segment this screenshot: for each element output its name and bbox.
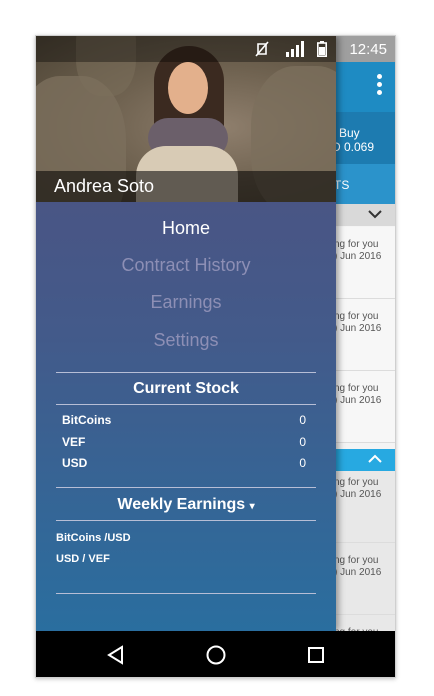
stock-value: 0 [299,413,306,427]
menu-item-earnings[interactable]: Earnings [36,292,336,313]
weekly-earnings-toggle[interactable]: Weekly Earnings ▾ [36,496,336,514]
status-time: 12:45 [349,41,387,58]
profile-name-bar: Andrea Soto [36,171,336,202]
stock-label: BitCoins [62,413,112,427]
divider [56,487,316,488]
buy-value: D 0.069 [332,140,375,154]
divider [56,372,316,373]
chevron-up-icon[interactable] [367,453,383,465]
stock-label: VEF [62,435,86,449]
battery-icon [317,41,327,57]
buy-label: Buy [339,126,360,140]
recent-apps-icon[interactable] [304,643,328,667]
stock-value: 0 [299,456,306,470]
navigation-drawer: Andrea Soto Home Contract History Earnin… [36,36,336,631]
menu-item-home[interactable]: Home [36,218,336,239]
menu-item-contract-history[interactable]: Contract History [36,255,336,276]
caret-down-icon: ▾ [249,501,255,512]
stock-label: USD [62,456,88,470]
user-name: Andrea Soto [54,176,155,196]
tab-label-fragment: TS [334,178,350,192]
chevron-down-icon[interactable] [367,208,383,220]
signal-icon [286,41,304,57]
earnings-row-usd-vef: USD / VEF [56,553,110,565]
stock-row-usd: USD 0 [62,456,306,470]
system-nav-bar [36,631,395,677]
stock-row-vef: VEF 0 [62,435,306,449]
weekly-earnings-title: Weekly Earnings [117,496,246,513]
divider [56,593,316,594]
status-bar: 12:45 [36,36,395,62]
stock-value: 0 [299,435,306,449]
phone-screen: Buy D 0.069 TS ng for you ) Jun 2016 ng … [35,35,396,678]
earnings-row-btc-usd: BitCoins /USD [56,532,131,544]
home-icon[interactable] [204,643,228,667]
current-stock-title: Current Stock [133,380,239,397]
overflow-menu-icon[interactable] [375,72,383,100]
back-icon[interactable] [104,643,128,667]
divider [56,404,316,405]
divider [56,520,316,521]
vibrate-mute-icon [255,41,269,57]
menu-item-settings[interactable]: Settings [36,330,336,351]
stock-row-bitcoins: BitCoins 0 [62,413,306,427]
